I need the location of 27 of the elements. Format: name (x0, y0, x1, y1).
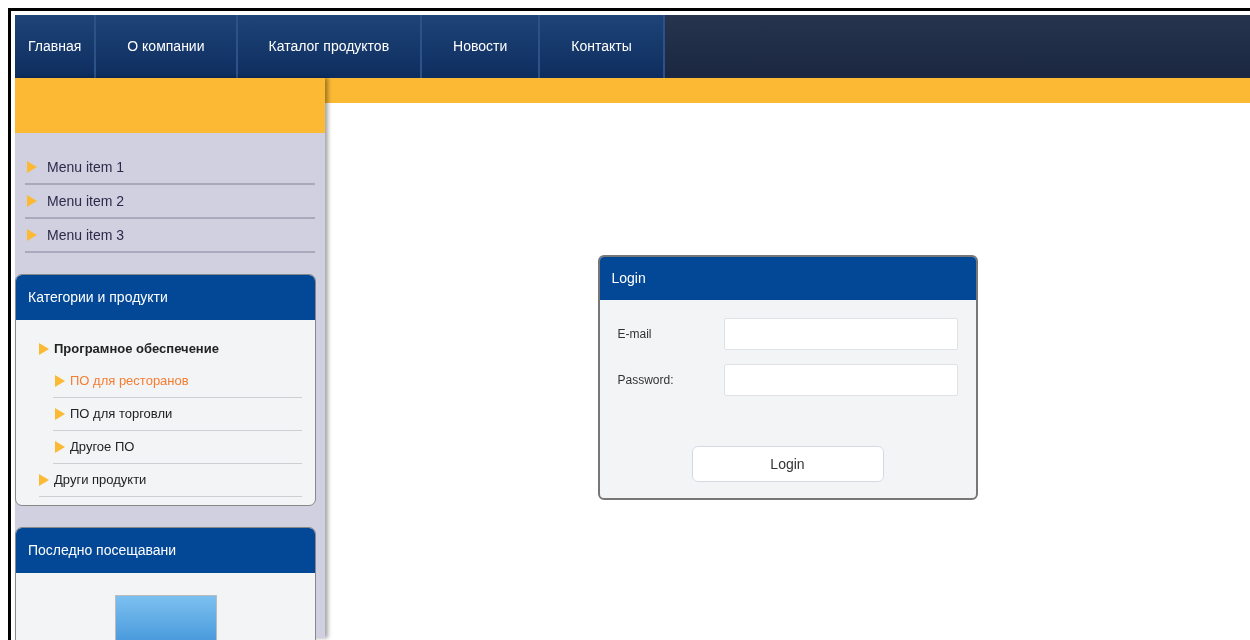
tree-item[interactable]: Други продукти (39, 464, 302, 497)
input-field[interactable] (723, 364, 958, 396)
menu-item[interactable]: Menu item 3 (25, 219, 315, 253)
menu-item-label: Menu item 3 (47, 225, 125, 245)
tree-item[interactable]: Другое ПО (53, 431, 302, 464)
product-image-placeholder[interactable] (114, 595, 217, 640)
field-label: E-mail (617, 326, 653, 343)
field-label: Password: (617, 372, 675, 389)
triangle-icon (39, 474, 49, 486)
login-title: Login (599, 257, 976, 300)
triangle-icon (39, 342, 49, 355)
menu-item[interactable]: Menu item 1 (25, 151, 315, 185)
panel-title: Категории и продукти (16, 275, 315, 320)
menu-item-label: Menu item 2 (47, 191, 125, 211)
triangle-icon (55, 375, 65, 387)
tree-item[interactable]: Програмное обеспечение (39, 332, 302, 365)
menu-item[interactable]: Menu item 2 (25, 185, 315, 219)
triangle-icon (55, 408, 65, 420)
tree-item[interactable]: ПО для торговли (53, 398, 302, 431)
input-field[interactable] (723, 318, 958, 350)
panel-title: Последно посещавани (16, 528, 315, 573)
triangle-icon (27, 229, 37, 241)
login-button[interactable]: Login (691, 446, 884, 482)
menu-item-label: Menu item 1 (47, 157, 125, 177)
triangle-icon (27, 161, 37, 173)
triangle-icon (55, 441, 65, 453)
triangle-icon (27, 195, 37, 207)
